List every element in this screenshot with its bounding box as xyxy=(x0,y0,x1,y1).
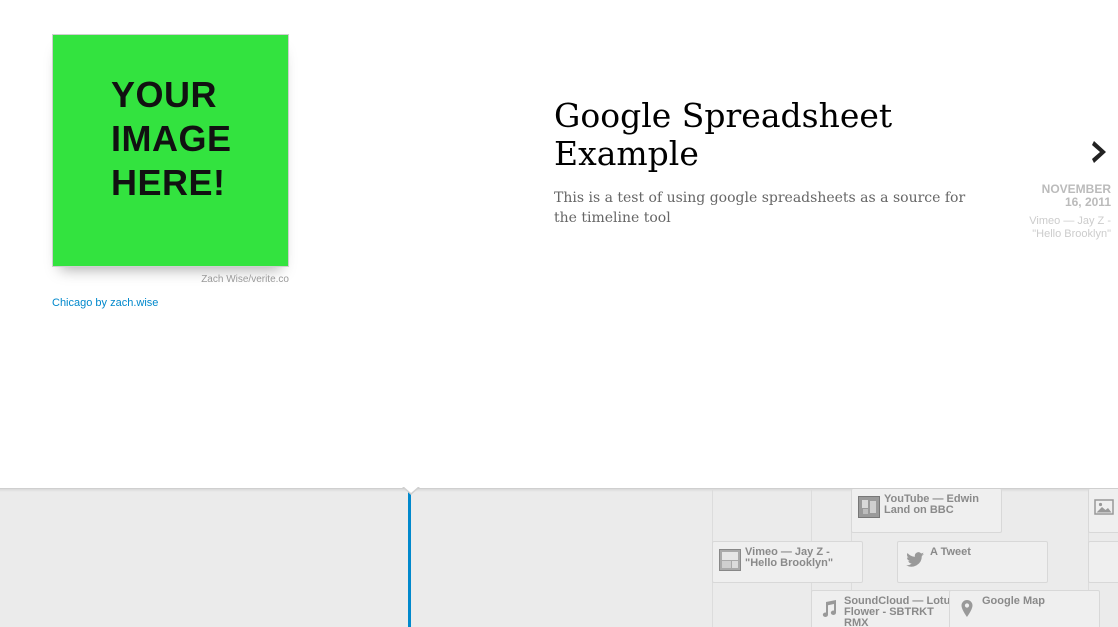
media-caption-link[interactable]: Chicago by zach.wise xyxy=(52,297,158,309)
slide-headline: Google Spreadsheet Example xyxy=(554,96,893,173)
marker-label: YouTube — Edwin Land on BBC xyxy=(884,493,979,516)
image-icon xyxy=(1093,496,1115,518)
slide-content: YOUR IMAGE HERE! Zach Wise/verite.co Chi… xyxy=(0,0,1118,488)
timeline-marker[interactable]: Vimeo — Jay Z - "Hello Brooklyn" xyxy=(712,541,863,583)
map-pin-icon xyxy=(956,598,978,620)
media-text-line: HERE! xyxy=(111,162,226,203)
media-image: YOUR IMAGE HERE! xyxy=(52,34,289,267)
timeline-marker[interactable]: YouTube — Edwin Land on BBC xyxy=(851,489,1002,533)
marker-label: A Tweet xyxy=(930,546,971,558)
next-slide-title: Vimeo — Jay Z - "Hello Brooklyn" xyxy=(992,215,1112,241)
timeline-marker[interactable]: SoundCloud — Lotus Flower - SBTRKT RMX xyxy=(811,590,962,627)
timeline-marker[interactable]: Google Map xyxy=(949,590,1100,627)
marker-label: Google Map xyxy=(982,595,1045,607)
next-slide-button[interactable]: NOVEMBER 16, 2011 Vimeo — Jay Z - "Hello… xyxy=(992,138,1112,241)
next-date-line: 16, 2011 xyxy=(1064,195,1111,209)
timeline-marker[interactable]: A Tweet xyxy=(897,541,1048,583)
vimeo-thumbnail-icon xyxy=(719,549,741,571)
next-slide-date: NOVEMBER 16, 2011 xyxy=(992,183,1112,209)
media-placeholder-text: YOUR IMAGE HERE! xyxy=(111,73,281,205)
timeline-marker[interactable] xyxy=(1088,541,1118,583)
next-title-line: "Hello Brooklyn" xyxy=(1032,228,1111,240)
next-title-line: Vimeo — Jay Z - xyxy=(1029,215,1111,227)
current-time-line xyxy=(408,489,411,627)
marker-label: SoundCloud — Lotus Flower - SBTRKT RMX xyxy=(844,595,957,627)
twitter-icon xyxy=(904,549,926,571)
media-text-line: YOUR xyxy=(111,74,218,115)
video-thumbnail-icon xyxy=(858,496,880,518)
slide-description: This is a test of using google spreadshe… xyxy=(554,190,966,226)
timeline-marker[interactable] xyxy=(1088,489,1118,533)
media-text-line: IMAGE xyxy=(111,118,232,159)
timeline-navigator[interactable]: YouTube — Edwin Land on BBC Vimeo — Jay … xyxy=(0,488,1118,627)
media-credit: Zach Wise/verite.co xyxy=(201,274,289,285)
marker-label: Vimeo — Jay Z - "Hello Brooklyn" xyxy=(745,546,834,569)
chevron-right-icon[interactable] xyxy=(1090,138,1112,171)
music-note-icon xyxy=(818,598,840,620)
timeline-pointer xyxy=(403,486,419,493)
